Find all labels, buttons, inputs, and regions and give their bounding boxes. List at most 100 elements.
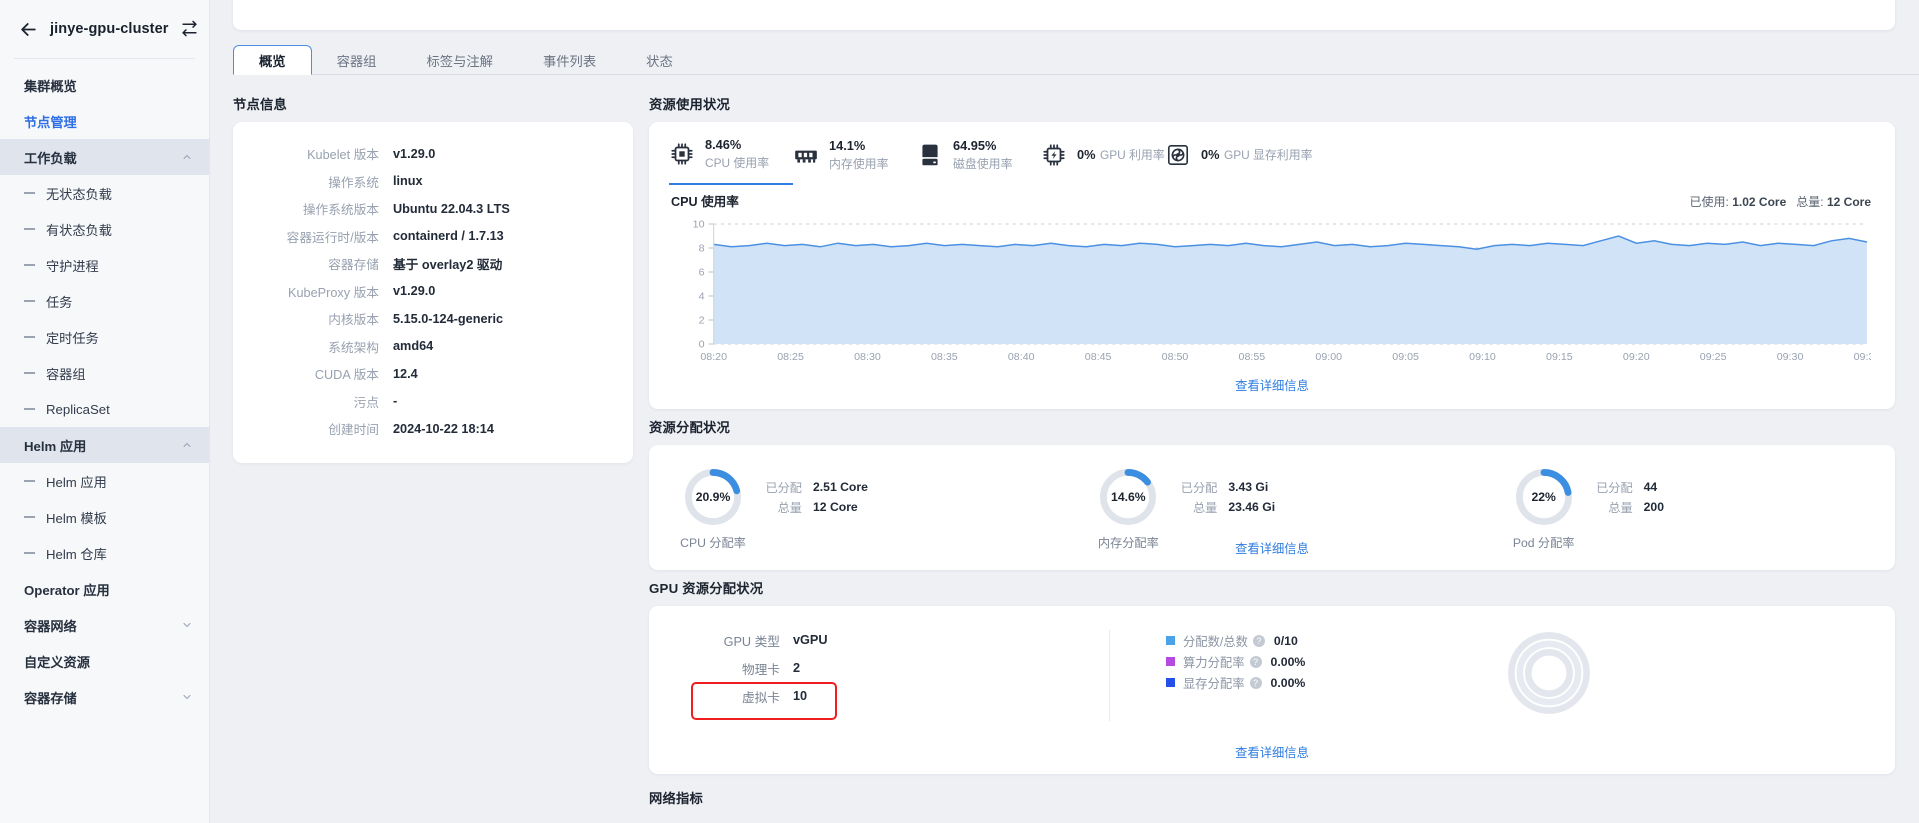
sidebar-item-custom-resource[interactable]: 自定义资源 — [0, 643, 209, 679]
sidebar-item-replicaset[interactable]: ReplicaSet — [0, 391, 209, 427]
alloc-value: 2.51 Core — [813, 480, 868, 494]
svg-text:08:45: 08:45 — [1085, 351, 1112, 363]
sync-icon[interactable] — [181, 20, 199, 38]
sidebar-item-helm-app[interactable]: Helm 应用 — [0, 463, 209, 499]
svg-text:10: 10 — [693, 219, 705, 231]
sidebar-item-node-management[interactable]: 节点管理 — [0, 103, 209, 139]
sidebar-item-operator-app[interactable]: Operator 应用 — [0, 571, 209, 607]
sidebar-item-statefulset[interactable]: 有状态负载 — [0, 211, 209, 247]
gpu-value: vGPU — [793, 633, 828, 647]
gpu-vram-icon — [1165, 142, 1191, 168]
sidebar-group-network[interactable]: 容器网络 — [0, 607, 209, 643]
legend-label: 分配数/总数 — [1183, 632, 1248, 650]
chart-title: CPU 使用率 — [671, 191, 739, 210]
sidebar-item-label: 自定义资源 — [24, 652, 193, 671]
sidebar-item-deployment[interactable]: 无状态负载 — [0, 175, 209, 211]
gpu-value: 10 — [793, 689, 807, 703]
metric-cpu-usage[interactable]: 8.46% CPU 使用率 — [669, 136, 793, 185]
alloc-detail-link[interactable]: 查看详细信息 — [1235, 542, 1309, 556]
tab-pods[interactable]: 容器组 — [312, 45, 402, 75]
tab-labels-annotations[interactable]: 标签与注解 — [401, 45, 517, 75]
gpu-detail-link[interactable]: 查看详细信息 — [1235, 746, 1309, 760]
sidebar-item-cronjob[interactable]: 定时任务 — [0, 319, 209, 355]
info-key: 内核版本 — [233, 309, 393, 328]
chevron-down-icon — [181, 691, 193, 703]
legend-swatch-icon — [1166, 636, 1175, 645]
sidebar-item-cluster-overview[interactable]: 集群概览 — [0, 67, 209, 103]
cpu-usage-chart-wrap: CPU 使用率 已使用: 1.02 Core 总量: 12 Core 02468… — [649, 185, 1895, 409]
info-key: 创建时间 — [233, 419, 393, 438]
sidebar-item-helm-template[interactable]: Helm 模板 — [0, 499, 209, 535]
svg-text:09:30: 09:30 — [1777, 351, 1804, 363]
help-circle-icon[interactable]: ? — [1250, 656, 1262, 668]
node-info-card: Kubelet 版本 v1.29.0 操作系统 linux 操作系统版本 Ubu… — [233, 122, 633, 463]
tab-events[interactable]: 事件列表 — [518, 45, 621, 75]
memory-alloc-ring: 14.6% 内存分配率 — [1098, 467, 1158, 527]
metric-disk-usage[interactable]: 64.95% 磁盘使用率 — [917, 136, 1041, 185]
svg-text:09:05: 09:05 — [1392, 351, 1419, 363]
tab-overview[interactable]: 概览 — [233, 45, 312, 75]
arrow-left-icon[interactable] — [18, 19, 38, 39]
legend-label: 算力分配率 — [1183, 653, 1245, 671]
sidebar-item-job[interactable]: 任务 — [0, 283, 209, 319]
help-circle-icon[interactable]: ? — [1250, 677, 1262, 689]
svg-text:09:35: 09:35 — [1854, 351, 1871, 363]
info-row-cuda: CUDA 版本 12.4 — [233, 360, 611, 388]
sidebar-item-pod[interactable]: 容器组 — [0, 355, 209, 391]
sidebar-header: jinye-gpu-cluster — [0, 0, 209, 58]
sidebar-group-storage[interactable]: 容器存储 — [0, 679, 209, 715]
gpu-donut-chart — [1502, 626, 1596, 725]
sidebar-item-label: Helm 模板 — [46, 508, 193, 527]
sidebar-item-label: 容器存储 — [24, 688, 181, 707]
resource-usage-title: 资源使用状况 — [649, 94, 1895, 113]
info-key: 污点 — [233, 392, 393, 411]
pod-alloc-caption: Pod 分配率 — [1484, 533, 1604, 551]
gpu-legend: 分配数/总数 ? 0/10 算力分配率 ? 0.00% — [1166, 626, 1496, 725]
sidebar-item-label: 工作负载 — [24, 148, 181, 167]
metric-value: 0% — [1201, 147, 1220, 162]
svg-text:08:50: 08:50 — [1162, 351, 1189, 363]
info-key: CUDA 版本 — [233, 364, 393, 383]
sidebar-group-workloads[interactable]: 工作负载 — [0, 139, 209, 175]
gpu-key: 物理卡 — [709, 659, 793, 678]
svg-text:0: 0 — [699, 339, 705, 348]
total-key: 总量 — [1592, 498, 1644, 516]
usage-detail-link[interactable]: 查看详细信息 — [1235, 379, 1309, 393]
tab-status[interactable]: 状态 — [621, 45, 698, 75]
memory-alloc-percent: 14.6% — [1098, 467, 1158, 527]
alloc-key: 已分配 — [1176, 478, 1228, 496]
svg-text:09:20: 09:20 — [1623, 351, 1650, 363]
info-key: 系统架构 — [233, 337, 393, 356]
metric-gpu-memory-utilization[interactable]: 0% GPU 显存利用率 — [1165, 136, 1325, 185]
sidebar-group-helm[interactable]: Helm 应用 — [0, 427, 209, 463]
metric-memory-usage[interactable]: 14.1% 内存使用率 — [793, 136, 917, 185]
metric-gpu-utilization[interactable]: 0% GPU 利用率 — [1041, 136, 1165, 185]
sidebar-item-daemonset[interactable]: 守护进程 — [0, 247, 209, 283]
legend-label: 显存分配率 — [1183, 674, 1245, 692]
info-value: containerd / 1.7.13 — [393, 229, 504, 243]
help-circle-icon[interactable]: ? — [1253, 635, 1265, 647]
gpu-row-virtual-card: 虚拟卡 10 — [709, 682, 1109, 710]
info-value: 2024-10-22 18:14 — [393, 422, 494, 436]
info-key: KubeProxy 版本 — [233, 282, 393, 301]
sidebar-item-label: 容器组 — [46, 364, 193, 383]
tab-bar: 概览 容器组 标签与注解 事件列表 状态 — [233, 45, 1919, 75]
gpu-value: 2 — [793, 661, 800, 675]
sidebar-item-label: Operator 应用 — [24, 580, 193, 599]
info-value: v1.29.0 — [393, 147, 435, 161]
sidebar-item-helm-repo[interactable]: Helm 仓库 — [0, 535, 209, 571]
bullet-dash-icon — [24, 228, 35, 230]
cpu-usage-chart: 0246810 08:2008:2508:3008:3508:4008:4508… — [649, 218, 1895, 370]
gpu-alloc-card: GPU 类型 vGPU 物理卡 2 虚拟卡 10 — [649, 606, 1895, 774]
chart-used-label: 已使用: — [1690, 195, 1729, 209]
gpu-row-physical-card: 物理卡 2 — [709, 654, 1109, 682]
svg-text:09:15: 09:15 — [1546, 351, 1573, 363]
cpu-alloc-percent: 20.9% — [683, 467, 743, 527]
total-value: 200 — [1644, 500, 1664, 514]
alloc-key: 已分配 — [1592, 478, 1644, 496]
resource-alloc-card: 20.9% CPU 分配率 已分配 2.51 Core 总量 — [649, 445, 1895, 570]
gpu-legend-allocated-total: 分配数/总数 ? 0/10 — [1166, 630, 1496, 651]
metric-value: 14.1% — [829, 138, 865, 153]
svg-text:09:25: 09:25 — [1700, 351, 1727, 363]
info-value: - — [393, 394, 397, 408]
